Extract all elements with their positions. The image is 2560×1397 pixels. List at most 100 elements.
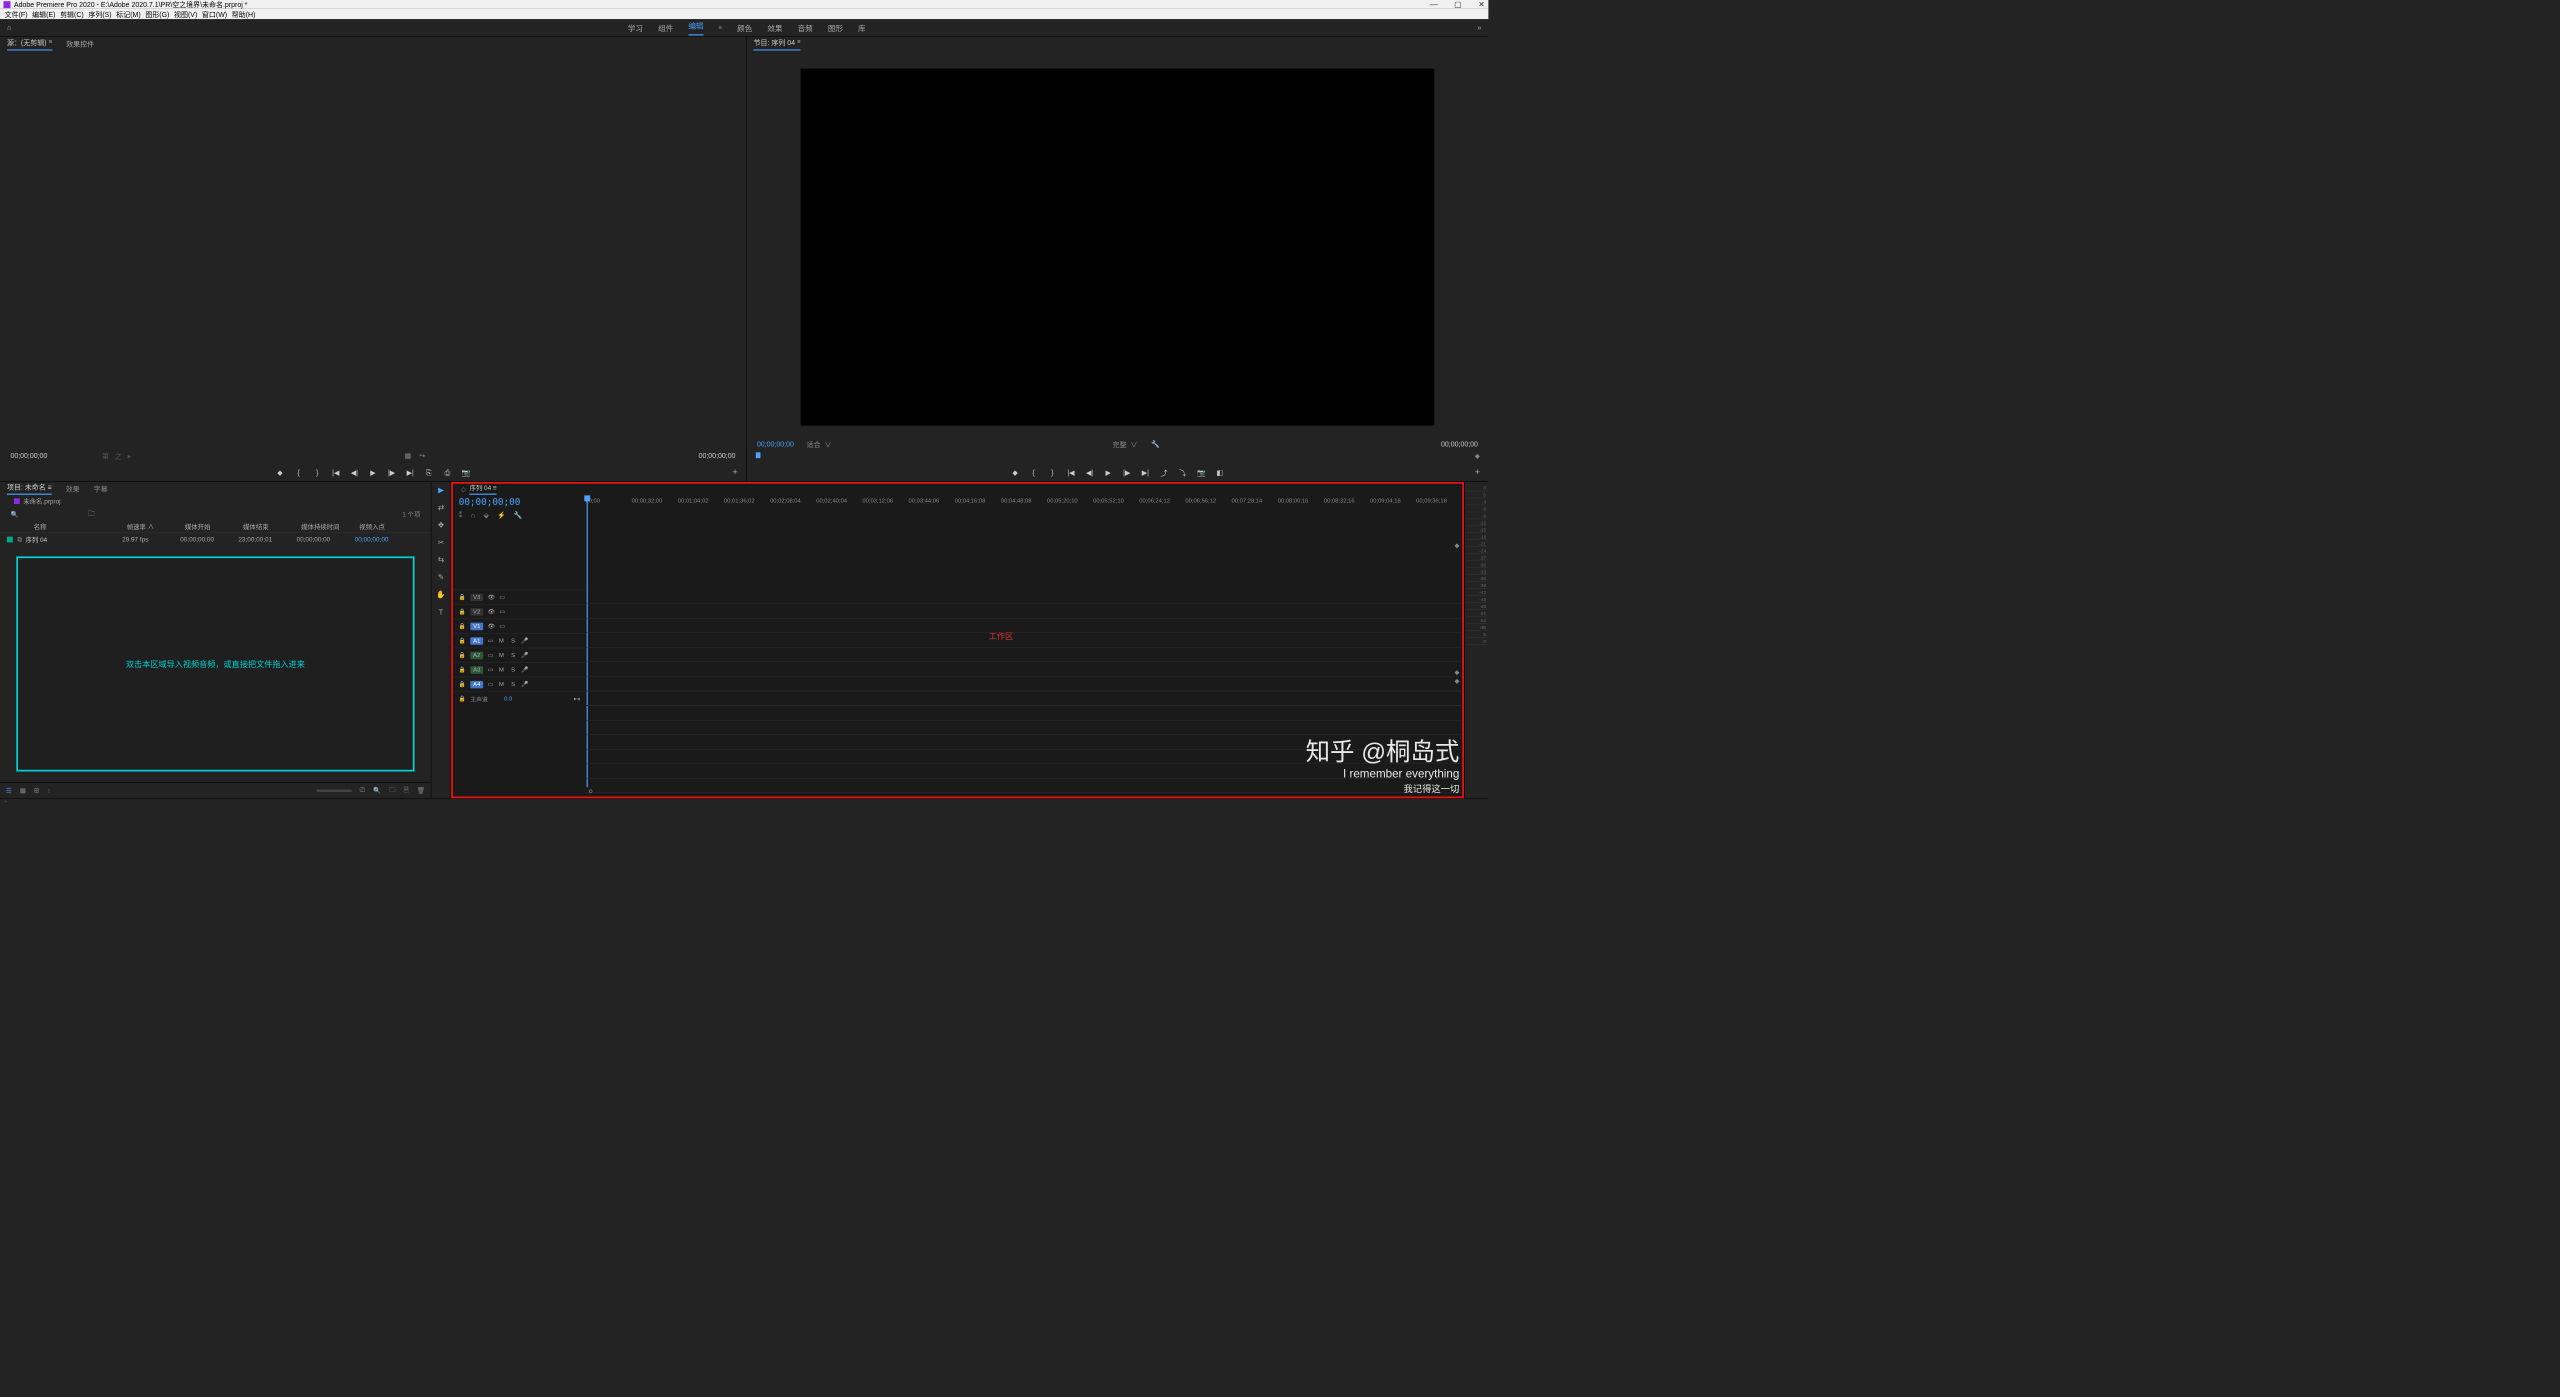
auto-sequence-icon[interactable]: ⎚ [360, 787, 365, 795]
program-scrubber[interactable] [753, 452, 1481, 464]
lock-icon[interactable]: 🔒 [459, 623, 466, 629]
new-item-icon[interactable]: 🗎 [404, 785, 409, 796]
marker-icon[interactable]: ◆ [1011, 469, 1019, 477]
razor-tool-icon[interactable]: ✂ [436, 538, 445, 547]
source-export-icon[interactable]: ↪ [419, 452, 425, 460]
menu-window[interactable]: 窗口(W) [202, 9, 227, 19]
output-icon[interactable]: ▭ [488, 652, 493, 658]
track-v2[interactable]: 🔒V2👁▭ [453, 604, 586, 619]
workspace-effects[interactable]: 效果 [767, 22, 782, 33]
list-view-icon[interactable]: ☰ [6, 787, 12, 795]
project-item-row[interactable]: ⧉序列 04 29.97 fps 00;00;00;00 23;00;00;01… [0, 533, 431, 546]
selection-tool-icon[interactable]: ▶ [436, 485, 445, 494]
maximize-button[interactable]: ▢ [1454, 0, 1462, 9]
output-icon[interactable]: ▭ [499, 594, 504, 600]
icon-view-icon[interactable]: ▦ [20, 787, 26, 795]
menu-file[interactable]: 文件(F) [5, 9, 28, 19]
zoom-slider[interactable] [317, 789, 352, 791]
track-a2[interactable]: 🔒A2▭MS🎤 [453, 648, 586, 663]
lock-icon[interactable]: 🔒 [459, 667, 466, 673]
solo-icon[interactable]: S [510, 652, 517, 658]
track-a3[interactable]: 🔒A3▭MS🎤 [453, 662, 586, 677]
bin-icon[interactable]: 🗀 [88, 508, 94, 519]
workspace-color[interactable]: 颜色 [737, 22, 752, 33]
timeline-timecode[interactable]: 00;00;00;00 [459, 497, 580, 508]
hand-tool-icon[interactable]: ✋ [436, 590, 445, 599]
menu-clip[interactable]: 剪辑(C) [60, 9, 84, 19]
playhead-icon[interactable] [756, 452, 761, 458]
find-icon[interactable]: 🔍 [373, 787, 381, 795]
program-add-button-icon[interactable]: + [1475, 467, 1480, 477]
mute-icon[interactable]: M [498, 667, 505, 673]
overwrite-icon[interactable]: ⎙ [443, 468, 451, 477]
out-point-icon[interactable]: } [1048, 469, 1056, 477]
play-icon[interactable]: ▶ [1104, 469, 1112, 477]
timeline-ruler[interactable]: 00;0000;00;32;0000;01;04;0200;01;36;0200… [585, 494, 1462, 520]
output-icon[interactable]: ▭ [488, 638, 493, 644]
wrench-icon[interactable]: 🔧 [514, 511, 523, 519]
delete-icon[interactable]: 🗑 [417, 787, 425, 795]
mic-icon[interactable]: 🎤 [521, 667, 528, 673]
home-icon[interactable]: ⌂ [7, 23, 16, 32]
menu-marker[interactable]: 标记(M) [116, 9, 140, 19]
project-tab[interactable]: 项目: 未命名 ≡ [7, 482, 52, 495]
program-fit-select[interactable]: 适合 ∨ [807, 439, 832, 449]
pen-tool-icon[interactable]: ✎ [436, 573, 445, 582]
menu-graphics[interactable]: 图形(G) [145, 9, 169, 19]
workspace-libraries[interactable]: 库 [858, 22, 866, 33]
goto-out-icon[interactable]: ▶| [406, 469, 414, 477]
compare-icon[interactable]: ◧ [1216, 469, 1224, 477]
track-a1[interactable]: 🔒A1▭MS🎤 [453, 633, 586, 648]
source-tab[interactable]: 源：(无剪辑) ≡ [7, 37, 52, 50]
program-tab[interactable]: 节目: 序列 04 ≡ [753, 37, 800, 50]
label-color-icon[interactable] [7, 537, 13, 543]
source-grid-icon[interactable]: ▦ [405, 452, 412, 460]
slip-tool-icon[interactable]: ⇆ [436, 555, 445, 564]
workspace-overflow-icon[interactable]: » [1477, 23, 1481, 32]
ripple-tool-icon[interactable]: ✥ [436, 520, 445, 529]
search-icon[interactable]: 🔍 [10, 510, 18, 518]
type-tool-icon[interactable]: T [436, 608, 445, 617]
captions-tab[interactable]: 字幕 [94, 483, 108, 493]
lock-icon[interactable]: 🔒 [459, 608, 466, 614]
effects-tab[interactable]: 效果 [66, 483, 80, 493]
track-v1[interactable]: 🔒V1👁▭ [453, 619, 586, 634]
goto-in-icon[interactable]: |◀ [332, 469, 340, 477]
marker-icon[interactable]: ◆ [276, 469, 284, 477]
menu-view[interactable]: 视图(V) [174, 9, 197, 19]
source-add-button-icon[interactable]: + [732, 467, 737, 477]
link-icon[interactable]: ∩ [470, 511, 475, 519]
workspace-menu-icon[interactable]: ≡ [719, 24, 722, 30]
settings-icon[interactable]: ⚡ [497, 511, 506, 519]
close-button[interactable]: ✕ [1478, 0, 1485, 9]
step-back-icon[interactable]: ◀| [350, 469, 358, 477]
workspace-graphics[interactable]: 图形 [828, 22, 843, 33]
menu-sequence[interactable]: 序列(S) [88, 9, 111, 19]
freeform-view-icon[interactable]: ⊞ [34, 787, 39, 795]
play-icon[interactable]: ▶ [369, 469, 377, 477]
mic-icon[interactable]: 🎤 [521, 652, 528, 658]
snap-icon[interactable]: ⁑ [459, 511, 462, 519]
workspace-assembly[interactable]: 组件 [658, 22, 673, 33]
marker-add-icon[interactable]: ⬙ [484, 511, 489, 519]
step-back-icon[interactable]: ◀| [1085, 469, 1093, 477]
extract-icon[interactable]: ⤵ [1178, 468, 1186, 478]
sort-icon[interactable]: ↕ [47, 787, 50, 794]
new-bin-icon[interactable]: 🗀 [389, 785, 395, 796]
minimize-button[interactable]: — [1430, 0, 1438, 9]
workspace-audio[interactable]: 音频 [798, 22, 813, 33]
zoom-out-icon[interactable] [589, 790, 592, 793]
step-fwd-icon[interactable]: |▶ [388, 469, 396, 477]
solo-icon[interactable]: S [510, 681, 517, 687]
workspace-edit[interactable]: 编辑 [688, 20, 703, 36]
menu-help[interactable]: 帮助(H) [232, 9, 256, 19]
track-master[interactable]: 🔒主声道0.0▸◂ [453, 691, 586, 706]
output-icon[interactable]: ▭ [488, 667, 493, 673]
eye-icon[interactable]: 👁 [488, 623, 495, 629]
track-select-tool-icon[interactable]: ⇄ [436, 503, 445, 512]
solo-icon[interactable]: S [510, 667, 517, 673]
goto-out-icon[interactable]: ▶| [1141, 469, 1149, 477]
output-icon[interactable]: ▭ [488, 681, 493, 687]
eye-icon[interactable]: 👁 [488, 608, 495, 614]
source-tc-left[interactable]: 00;00;00;00 [10, 452, 47, 460]
